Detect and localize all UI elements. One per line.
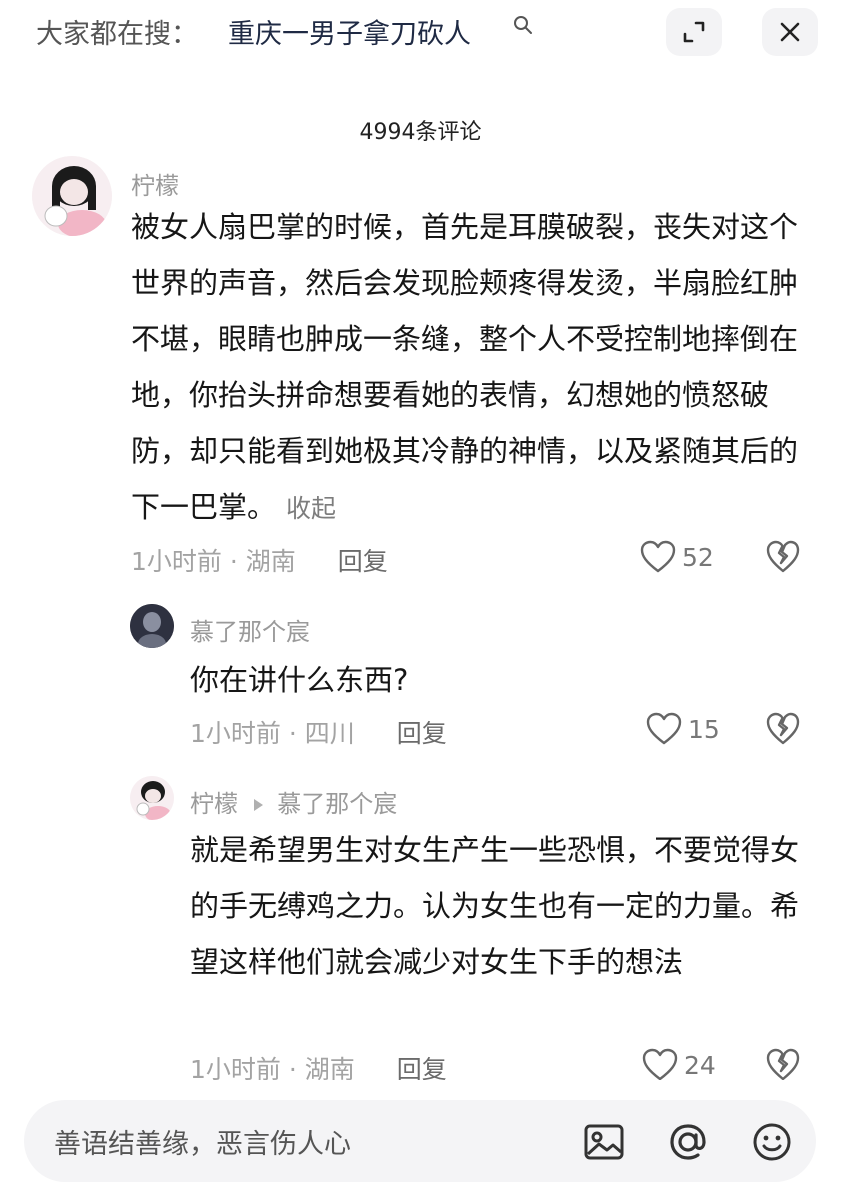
comment-input-bar: 善语结善缘，恶言伤人心 xyxy=(0,1080,841,1200)
search-icon[interactable] xyxy=(512,14,534,36)
comment-location: 四川 xyxy=(304,719,355,748)
avatar-image xyxy=(130,604,174,648)
like-count: 15 xyxy=(688,714,720,744)
expand-icon xyxy=(683,21,705,43)
emoji-icon[interactable] xyxy=(748,1118,796,1166)
comment-time: 1小时前 xyxy=(131,547,222,576)
comment-body: 被女人扇巴掌的时候，首先是耳膜破裂，丧失对这个世界的声音，然后会发现脸颊疼得发烫… xyxy=(131,210,799,524)
heart-icon xyxy=(646,712,682,745)
comment-body: 就是希望男生对女生产生一些恐惧，不要觉得女的手无缚鸡之力。认为女生也有一定的力量… xyxy=(190,833,800,979)
avatar[interactable] xyxy=(32,156,112,236)
like-button[interactable]: 24 xyxy=(642,1048,716,1082)
broken-heart-icon[interactable] xyxy=(766,540,800,574)
comment-input[interactable]: 善语结善缘，恶言伤人心 xyxy=(24,1100,816,1182)
reply-arrow-icon xyxy=(253,799,263,811)
reply-button[interactable]: 回复 xyxy=(338,547,388,576)
image-icon[interactable] xyxy=(580,1118,628,1166)
avatar[interactable] xyxy=(130,776,174,820)
like-button[interactable]: 15 xyxy=(646,712,720,746)
comment-location: 湖南 xyxy=(245,547,296,576)
comment-text: 被女人扇巴掌的时候，首先是耳膜破裂，丧失对这个世界的声音，然后会发现脸颊疼得发烫… xyxy=(131,199,811,537)
comment-text: 就是希望男生对女生产生一些恐惧，不要觉得女的手无缚鸡之力。认为女生也有一定的力量… xyxy=(190,822,810,990)
broken-heart-icon[interactable] xyxy=(766,712,800,746)
comment-meta: 1小时前 · 四川 回复 xyxy=(190,714,447,750)
comment-text: 你在讲什么东西? xyxy=(190,652,810,708)
meta-separator: · xyxy=(288,719,305,748)
avatar-image xyxy=(32,156,112,236)
comment-body: 你在讲什么东西? xyxy=(190,663,409,697)
comment-username[interactable]: 柠檬 xyxy=(190,790,238,818)
comment-time: 1小时前 xyxy=(190,719,281,748)
comment-meta: 1小时前 · 湖南 回复 xyxy=(131,542,388,578)
expand-button[interactable] xyxy=(666,8,722,56)
like-count: 24 xyxy=(684,1050,716,1080)
avatar-image xyxy=(130,776,174,820)
like-count: 52 xyxy=(682,542,714,572)
meta-separator: · xyxy=(229,547,246,576)
trending-search-prefix: 大家都在搜： xyxy=(36,19,198,50)
reply-button[interactable]: 回复 xyxy=(397,719,447,748)
reply-to-username[interactable]: 慕了那个宸 xyxy=(277,790,397,818)
avatar[interactable] xyxy=(130,604,174,648)
broken-heart-icon[interactable] xyxy=(766,1048,800,1082)
reply-header: 柠檬 慕了那个宸 xyxy=(190,784,397,819)
close-button[interactable] xyxy=(762,8,818,56)
collapse-button[interactable]: 收起 xyxy=(286,494,336,523)
at-icon[interactable] xyxy=(664,1118,712,1166)
comment-count: 4994条评论 xyxy=(359,120,482,145)
comment-input-placeholder: 善语结善缘，恶言伤人心 xyxy=(54,1129,351,1160)
heart-icon xyxy=(642,1048,678,1081)
heart-icon xyxy=(640,540,676,573)
comment-username[interactable]: 柠檬 xyxy=(131,166,179,201)
like-button[interactable]: 52 xyxy=(640,540,714,574)
trending-search-query[interactable]: 重庆一男子拿刀砍人 xyxy=(228,12,471,51)
comment-username[interactable]: 慕了那个宸 xyxy=(190,612,310,647)
close-icon xyxy=(780,22,800,42)
top-bar: 大家都在搜： 重庆一男子拿刀砍人 xyxy=(0,0,841,70)
